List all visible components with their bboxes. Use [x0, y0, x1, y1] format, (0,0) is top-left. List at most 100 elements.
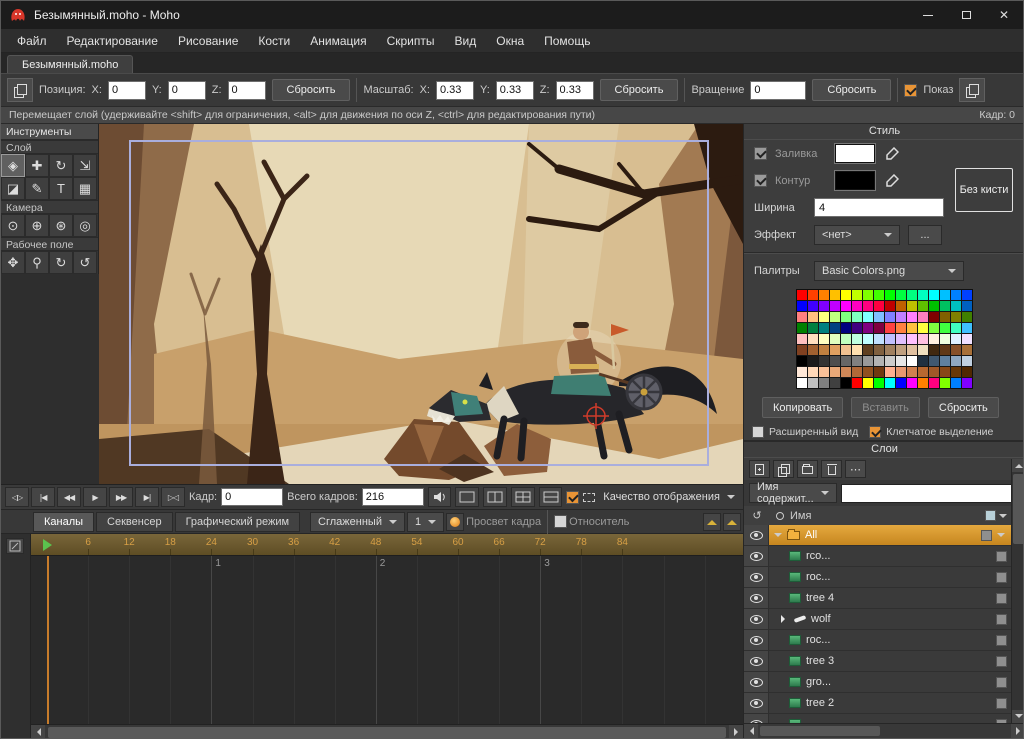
palette-swatch[interactable] — [852, 334, 862, 344]
loop-button[interactable]: ◁▷ — [5, 487, 29, 507]
layer-color-chip[interactable] — [996, 635, 1007, 646]
palette-swatch[interactable] — [874, 301, 884, 311]
display-quality-dropdown[interactable]: Качество отображения — [599, 491, 739, 503]
palette-swatch[interactable] — [808, 323, 818, 333]
palette-swatch[interactable] — [863, 367, 873, 377]
layer-color-chip[interactable] — [996, 614, 1007, 625]
palette-swatch[interactable] — [962, 301, 972, 311]
palette-swatch[interactable] — [863, 356, 873, 366]
timeline-ruler[interactable]: 612182430364248546066727884 — [31, 534, 743, 556]
fill-checkbox[interactable] — [754, 147, 767, 160]
palette-swatch[interactable] — [918, 367, 928, 377]
palette-swatch[interactable] — [830, 312, 840, 322]
layer-color-chip[interactable] — [996, 677, 1007, 688]
palette-swatch[interactable] — [797, 334, 807, 344]
timeline-horizontal-scrollbar[interactable] — [31, 724, 743, 739]
palette-swatch[interactable] — [885, 356, 895, 366]
layers-more-button[interactable]: ⋯ — [845, 460, 866, 478]
palette-swatch[interactable] — [808, 378, 818, 388]
layer-filter-dropdown[interactable]: Имя содержит... — [749, 483, 837, 503]
reset-position-button[interactable]: Сбросить — [272, 79, 351, 101]
palette-swatch[interactable] — [951, 290, 961, 300]
step-back-button[interactable]: ◀◀ — [57, 487, 81, 507]
palette-swatch[interactable] — [907, 334, 917, 344]
palette-swatch[interactable] — [918, 345, 928, 355]
palette-swatch[interactable] — [819, 356, 829, 366]
palette-swatch[interactable] — [819, 323, 829, 333]
layer-color-chip[interactable] — [981, 530, 992, 541]
palette-swatch[interactable] — [852, 356, 862, 366]
palette-swatch[interactable] — [863, 334, 873, 344]
palette-swatch[interactable] — [819, 290, 829, 300]
palette-swatch[interactable] — [874, 378, 884, 388]
palette-swatch[interactable] — [852, 323, 862, 333]
stroke-color-swatch[interactable] — [835, 171, 875, 190]
palette-swatch[interactable] — [797, 323, 807, 333]
timeline-warning-button[interactable] — [703, 513, 721, 531]
palette-swatch[interactable] — [929, 378, 939, 388]
mute-button[interactable] — [428, 487, 452, 507]
reset-workspace-tool[interactable]: ↺ — [73, 251, 97, 274]
transform-layer-tool[interactable]: ◈ — [1, 154, 25, 177]
palette-swatch[interactable] — [841, 323, 851, 333]
menu-item-view[interactable]: Вид — [445, 30, 487, 52]
palette-swatch[interactable] — [962, 345, 972, 355]
paste-color-button[interactable]: Вставить — [851, 397, 920, 418]
palette-swatch[interactable] — [874, 290, 884, 300]
palette-swatch[interactable] — [874, 367, 884, 377]
layer-row-roc-[interactable]: roc... — [744, 567, 1011, 588]
close-button[interactable]: ✕ — [985, 1, 1023, 29]
rotate-layer-tool[interactable]: ↻ — [49, 154, 73, 177]
palette-swatch[interactable] — [940, 323, 950, 333]
timeline-channel-button[interactable] — [6, 538, 24, 554]
scale-layer-tool[interactable]: ⇲ — [73, 154, 97, 177]
position-y-input[interactable] — [168, 81, 206, 100]
step-dropdown[interactable]: 1 — [407, 512, 444, 532]
split-vertical-view-button[interactable] — [483, 487, 507, 507]
palette-swatch[interactable] — [808, 290, 818, 300]
palette-swatch[interactable] — [863, 378, 873, 388]
scale-z-input[interactable] — [556, 81, 594, 100]
palette-swatch[interactable] — [929, 345, 939, 355]
maximize-button[interactable] — [947, 1, 985, 29]
go-to-start-button[interactable]: |◀ — [31, 487, 55, 507]
camera-track-tool[interactable]: ⊙ — [1, 214, 25, 237]
palette-swatch[interactable] — [896, 378, 906, 388]
palette-swatch[interactable] — [918, 334, 928, 344]
current-frame-input[interactable] — [221, 488, 283, 506]
palette-swatch[interactable] — [819, 301, 829, 311]
layer-row-tree-2[interactable]: tree 2 — [744, 693, 1011, 714]
palette-swatch[interactable] — [951, 367, 961, 377]
layer-visibility-toggle[interactable] — [744, 630, 769, 650]
go-to-end-button[interactable]: ▶| — [135, 487, 159, 507]
layers-horizontal-scrollbar[interactable] — [744, 723, 1024, 738]
palette-swatch[interactable] — [896, 312, 906, 322]
extended-view-checkbox[interactable] — [752, 426, 764, 438]
palette-swatch[interactable] — [918, 323, 928, 333]
palette-swatch[interactable] — [929, 356, 939, 366]
layer-visibility-toggle[interactable] — [744, 693, 769, 713]
palette-swatch[interactable] — [962, 323, 972, 333]
palette-swatch[interactable] — [852, 345, 862, 355]
palette-swatch[interactable] — [797, 378, 807, 388]
palette-swatch[interactable] — [918, 356, 928, 366]
layer-visibility-toggle[interactable] — [744, 714, 769, 723]
palette-swatch[interactable] — [874, 323, 884, 333]
palette-swatch[interactable] — [841, 301, 851, 311]
palette-swatch[interactable] — [830, 334, 840, 344]
fill-color-swatch[interactable] — [835, 144, 875, 163]
palette-swatch[interactable] — [830, 323, 840, 333]
palette-swatch[interactable] — [940, 367, 950, 377]
palette-swatch[interactable] — [896, 334, 906, 344]
palette-swatch[interactable] — [874, 334, 884, 344]
layers-vertical-scrollbar[interactable] — [1011, 459, 1024, 723]
palette-swatch[interactable] — [962, 378, 972, 388]
palette-swatch[interactable] — [951, 312, 961, 322]
palette-swatch[interactable] — [863, 301, 873, 311]
layer-visibility-toggle[interactable] — [744, 567, 769, 587]
layer-color-chip[interactable] — [996, 698, 1007, 709]
camera-roll-tool[interactable]: ⊛ — [49, 214, 73, 237]
layer-row-wolf[interactable]: wolf — [744, 609, 1011, 630]
scroll-down-button[interactable] — [1012, 710, 1024, 723]
new-group-button[interactable] — [797, 460, 818, 478]
